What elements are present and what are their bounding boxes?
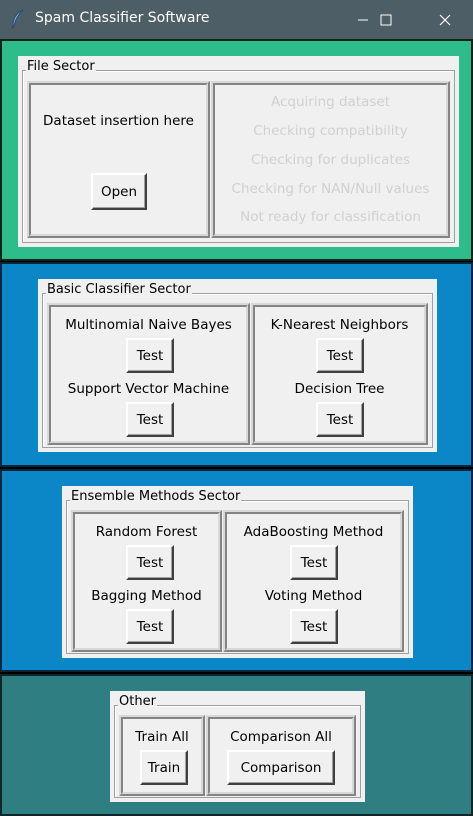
status-acquiring: Acquiring dataset: [270, 94, 391, 110]
basic-classifier-panel-left: Multinomial Naive Bayes Test Support Vec…: [47, 303, 250, 445]
maximize-icon: [380, 14, 392, 25]
status-duplicates: Checking for duplicates: [250, 152, 411, 168]
feather-icon: [11, 9, 24, 29]
window-title: Spam Classifier Software: [35, 10, 210, 26]
multinomial-naive-bayes-label: Multinomial Naive Bayes: [65, 317, 232, 333]
comparison-button[interactable]: Comparison: [227, 750, 335, 785]
dataset-insertion-label: Dataset insertion here: [43, 113, 194, 129]
ensemble-methods-legend: Ensemble Methods Sector: [70, 489, 242, 505]
test-bagging-button[interactable]: Test: [126, 609, 174, 644]
title-bar: Spam Classifier Software: [0, 0, 473, 39]
dataset-insertion-panel: Dataset insertion here Open: [27, 81, 210, 238]
other-frame: Other Train All Train Comparison All Com…: [110, 691, 365, 802]
basic-classifier-section: Basic Classifier Sector Multinomial Naiv…: [0, 262, 473, 467]
maximize-button[interactable]: [363, 0, 409, 39]
train-all-panel: Train All Train: [119, 715, 205, 796]
comparison-all-panel: Comparison All Comparison: [206, 715, 356, 796]
voting-method-label: Voting Method: [264, 588, 363, 604]
comparison-all-label: Comparison All: [230, 729, 332, 745]
basic-classifier-legend: Basic Classifier Sector: [46, 282, 192, 298]
file-sector-legend: File Sector: [26, 59, 96, 75]
file-sector-section: File Sector Dataset insertion here Open …: [0, 39, 473, 261]
close-icon: [439, 14, 451, 25]
ensemble-panel-left: Random Forest Test Bagging Method Test: [71, 510, 222, 652]
ensemble-methods-section: Ensemble Methods Sector Random Forest Te…: [0, 469, 473, 672]
basic-classifier-panel-right: K-Nearest Neighbors Test Decision Tree T…: [251, 303, 428, 445]
basic-classifier-frame: Basic Classifier Sector Multinomial Naiv…: [38, 279, 437, 452]
train-all-label: Train All: [135, 729, 189, 745]
dataset-status-panel: Acquiring dataset Checking compatibility…: [211, 81, 450, 238]
decision-tree-label: Decision Tree: [294, 381, 385, 397]
other-section: Other Train All Train Comparison All Com…: [0, 674, 473, 816]
adaboosting-method-label: AdaBoosting Method: [243, 524, 384, 540]
bagging-method-label: Bagging Method: [91, 588, 202, 604]
k-nearest-neighbors-label: K-Nearest Neighbors: [270, 317, 409, 333]
status-nan-null: Checking for NAN/Null values: [231, 181, 430, 197]
test-random-forest-button[interactable]: Test: [126, 545, 174, 580]
train-button[interactable]: Train: [140, 750, 188, 785]
ensemble-panel-right: AdaBoosting Method Test Voting Method Te…: [223, 510, 404, 652]
other-legend: Other: [118, 694, 157, 710]
support-vector-machine-label: Support Vector Machine: [67, 381, 230, 397]
random-forest-label: Random Forest: [95, 524, 198, 540]
test-voting-button[interactable]: Test: [290, 609, 338, 644]
close-button[interactable]: [422, 0, 468, 39]
status-readiness: Not ready for classification: [240, 209, 421, 225]
test-svm-button[interactable]: Test: [126, 402, 174, 437]
test-adaboosting-button[interactable]: Test: [290, 545, 338, 580]
test-naive-bayes-button[interactable]: Test: [126, 338, 174, 373]
status-compatibility: Checking compatibility: [253, 123, 408, 139]
ensemble-methods-frame: Ensemble Methods Sector Random Forest Te…: [62, 486, 413, 658]
test-knn-button[interactable]: Test: [316, 338, 364, 373]
file-sector-frame: File Sector Dataset insertion here Open …: [18, 56, 459, 247]
open-button[interactable]: Open: [91, 173, 147, 210]
test-decision-tree-button[interactable]: Test: [316, 402, 364, 437]
